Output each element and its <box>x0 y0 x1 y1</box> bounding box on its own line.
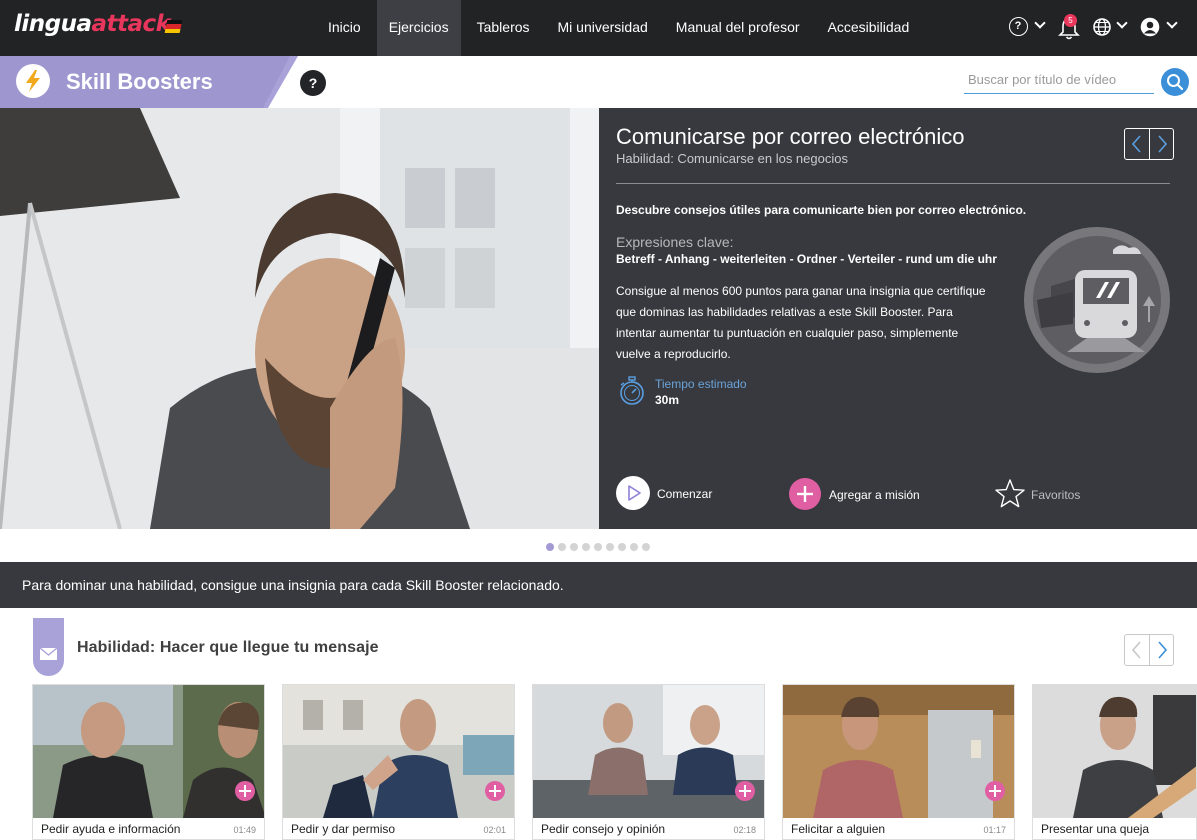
carousel-dot[interactable] <box>642 543 650 551</box>
video-card[interactable]: Pedir y dar permiso 02:01 <box>282 684 515 840</box>
info-bar: Para dominar una habilidad, consigue una… <box>0 562 1197 608</box>
badge-instructions: Consigue al menos 600 puntos para ganar … <box>616 284 986 361</box>
globe-icon <box>1093 18 1111 36</box>
chevron-right-icon <box>1158 641 1168 659</box>
featured-skill-subtitle: Habilidad: Comunicarse en los negocios <box>616 151 848 166</box>
video-card[interactable]: Pedir ayuda e información 01:49 <box>32 684 265 840</box>
key-expressions-heading: Expresiones clave: <box>616 234 734 250</box>
carousel-dot[interactable] <box>594 543 602 551</box>
video-card[interactable]: Felicitar a alguien 01:17 <box>782 684 1015 840</box>
carousel-dot[interactable] <box>570 543 578 551</box>
notification-count-badge: 5 <box>1064 14 1077 27</box>
carousel-dot[interactable] <box>606 543 614 551</box>
language-menu[interactable] <box>1092 15 1132 41</box>
brand-name-part1: lingua <box>14 11 92 37</box>
start-button[interactable]: Comenzar <box>616 476 726 510</box>
brand-name-part2: attack <box>91 11 171 37</box>
video-card-title: Felicitar a alguien <box>791 822 886 836</box>
add-to-mission-icon[interactable] <box>735 781 755 801</box>
user-menu[interactable] <box>1140 15 1184 41</box>
main-nav: Inicio Ejercicios Tableros Mi universida… <box>316 0 925 56</box>
nav-item-ejercicios[interactable]: Ejercicios <box>376 0 461 56</box>
skill-prev-button[interactable] <box>1125 635 1149 665</box>
video-card-title: Pedir y dar permiso <box>291 822 396 836</box>
video-card-title: Pedir consejo y opinión <box>541 822 666 836</box>
carousel-dot[interactable] <box>618 543 626 551</box>
add-to-mission-icon[interactable] <box>235 781 255 801</box>
video-thumbnail <box>783 685 1014 818</box>
search-button[interactable] <box>1161 68 1189 96</box>
featured-prev-button[interactable] <box>1125 129 1149 159</box>
video-card-duration: 02:01 <box>483 825 506 835</box>
featured-next-button[interactable] <box>1149 129 1173 159</box>
plus-icon <box>789 478 821 510</box>
featured-video-panel: Comunicarse por correo electrónico Habil… <box>599 108 1197 529</box>
nav-item-inicio[interactable]: Inicio <box>316 0 373 56</box>
top-navigation: linguaattack Inicio Ejercicios Tableros … <box>0 0 1197 56</box>
german-flag-icon <box>164 20 183 33</box>
search-icon <box>1167 74 1184 91</box>
video-thumbnail <box>283 685 514 818</box>
panel-divider <box>616 183 1170 184</box>
chevron-down-icon <box>1116 17 1128 29</box>
chevron-down-icon <box>1034 17 1046 29</box>
nav-item-manual-profesor[interactable]: Manual del profesor <box>664 0 812 56</box>
favorites-button[interactable]: Favoritos <box>994 478 1094 510</box>
featured-title: Comunicarse por correo electrónico <box>616 124 965 149</box>
section-title: Skill Boosters <box>66 69 213 94</box>
train-badge-icon <box>1024 227 1170 373</box>
play-icon <box>616 476 650 510</box>
add-to-mission-icon[interactable] <box>985 781 1005 801</box>
carousel-dot[interactable] <box>546 543 554 551</box>
help-circle-icon: ? <box>1009 17 1028 36</box>
brand-logo[interactable]: linguaattack <box>14 11 171 37</box>
video-search-input[interactable] <box>964 66 1154 94</box>
video-card-duration: 02:18 <box>733 825 756 835</box>
help-menu[interactable]: ? <box>1009 15 1049 41</box>
chevron-left-icon <box>1131 135 1141 153</box>
carousel-dot[interactable] <box>558 543 566 551</box>
skill-tag <box>33 618 64 676</box>
estimated-time-label: Tiempo estimado <box>655 377 747 391</box>
section-help-button[interactable]: ? <box>300 70 326 96</box>
start-label: Comenzar <box>657 487 713 501</box>
star-icon <box>995 479 1025 508</box>
chevron-down-icon <box>1166 17 1178 29</box>
video-card[interactable]: Presentar una queja <box>1032 684 1197 840</box>
featured-video-image[interactable] <box>0 108 599 529</box>
video-thumbnail <box>1033 685 1196 818</box>
stopwatch-icon <box>620 376 644 405</box>
nav-item-mi-universidad[interactable]: Mi universidad <box>546 0 660 56</box>
featured-carousel-arrows <box>1124 128 1174 160</box>
chevron-left-icon <box>1131 641 1141 659</box>
video-thumbnail <box>33 685 264 818</box>
add-to-mission-button[interactable]: Agregar a misión <box>789 478 939 510</box>
carousel-dot[interactable] <box>630 543 638 551</box>
add-to-mission-icon[interactable] <box>485 781 505 801</box>
estimated-time-value: 30m <box>655 393 680 407</box>
video-card-title: Pedir ayuda e información <box>41 822 181 836</box>
favorites-label: Favoritos <box>1031 488 1081 502</box>
video-card[interactable]: Pedir consejo y opinión 02:18 <box>532 684 765 840</box>
nav-item-tableros[interactable]: Tableros <box>465 0 542 56</box>
key-expressions-list: Betreff - Anhang - weiterleiten - Ordner… <box>616 252 997 266</box>
skill-next-button[interactable] <box>1149 635 1173 665</box>
video-thumbnail <box>533 685 764 818</box>
video-card-duration: 01:49 <box>233 825 256 835</box>
carousel-dot[interactable] <box>582 543 590 551</box>
carousel-dots <box>546 543 654 551</box>
skill-carousel-arrows <box>1124 634 1174 666</box>
add-to-mission-label: Agregar a misión <box>829 488 920 502</box>
lightning-icon <box>16 64 50 98</box>
featured-description: Descubre consejos útiles para comunicart… <box>616 203 1027 217</box>
video-card-title: Presentar una queja <box>1041 822 1150 836</box>
envelope-icon <box>39 647 58 660</box>
nav-item-accesibilidad[interactable]: Accesibilidad <box>816 0 922 56</box>
notifications-button[interactable]: 5 <box>1058 14 1082 41</box>
video-card-duration: 01:17 <box>983 825 1006 835</box>
chevron-right-icon <box>1158 135 1168 153</box>
skill-title: Habilidad: Hacer que llegue tu mensaje <box>77 639 379 656</box>
user-avatar-icon <box>1140 17 1160 37</box>
